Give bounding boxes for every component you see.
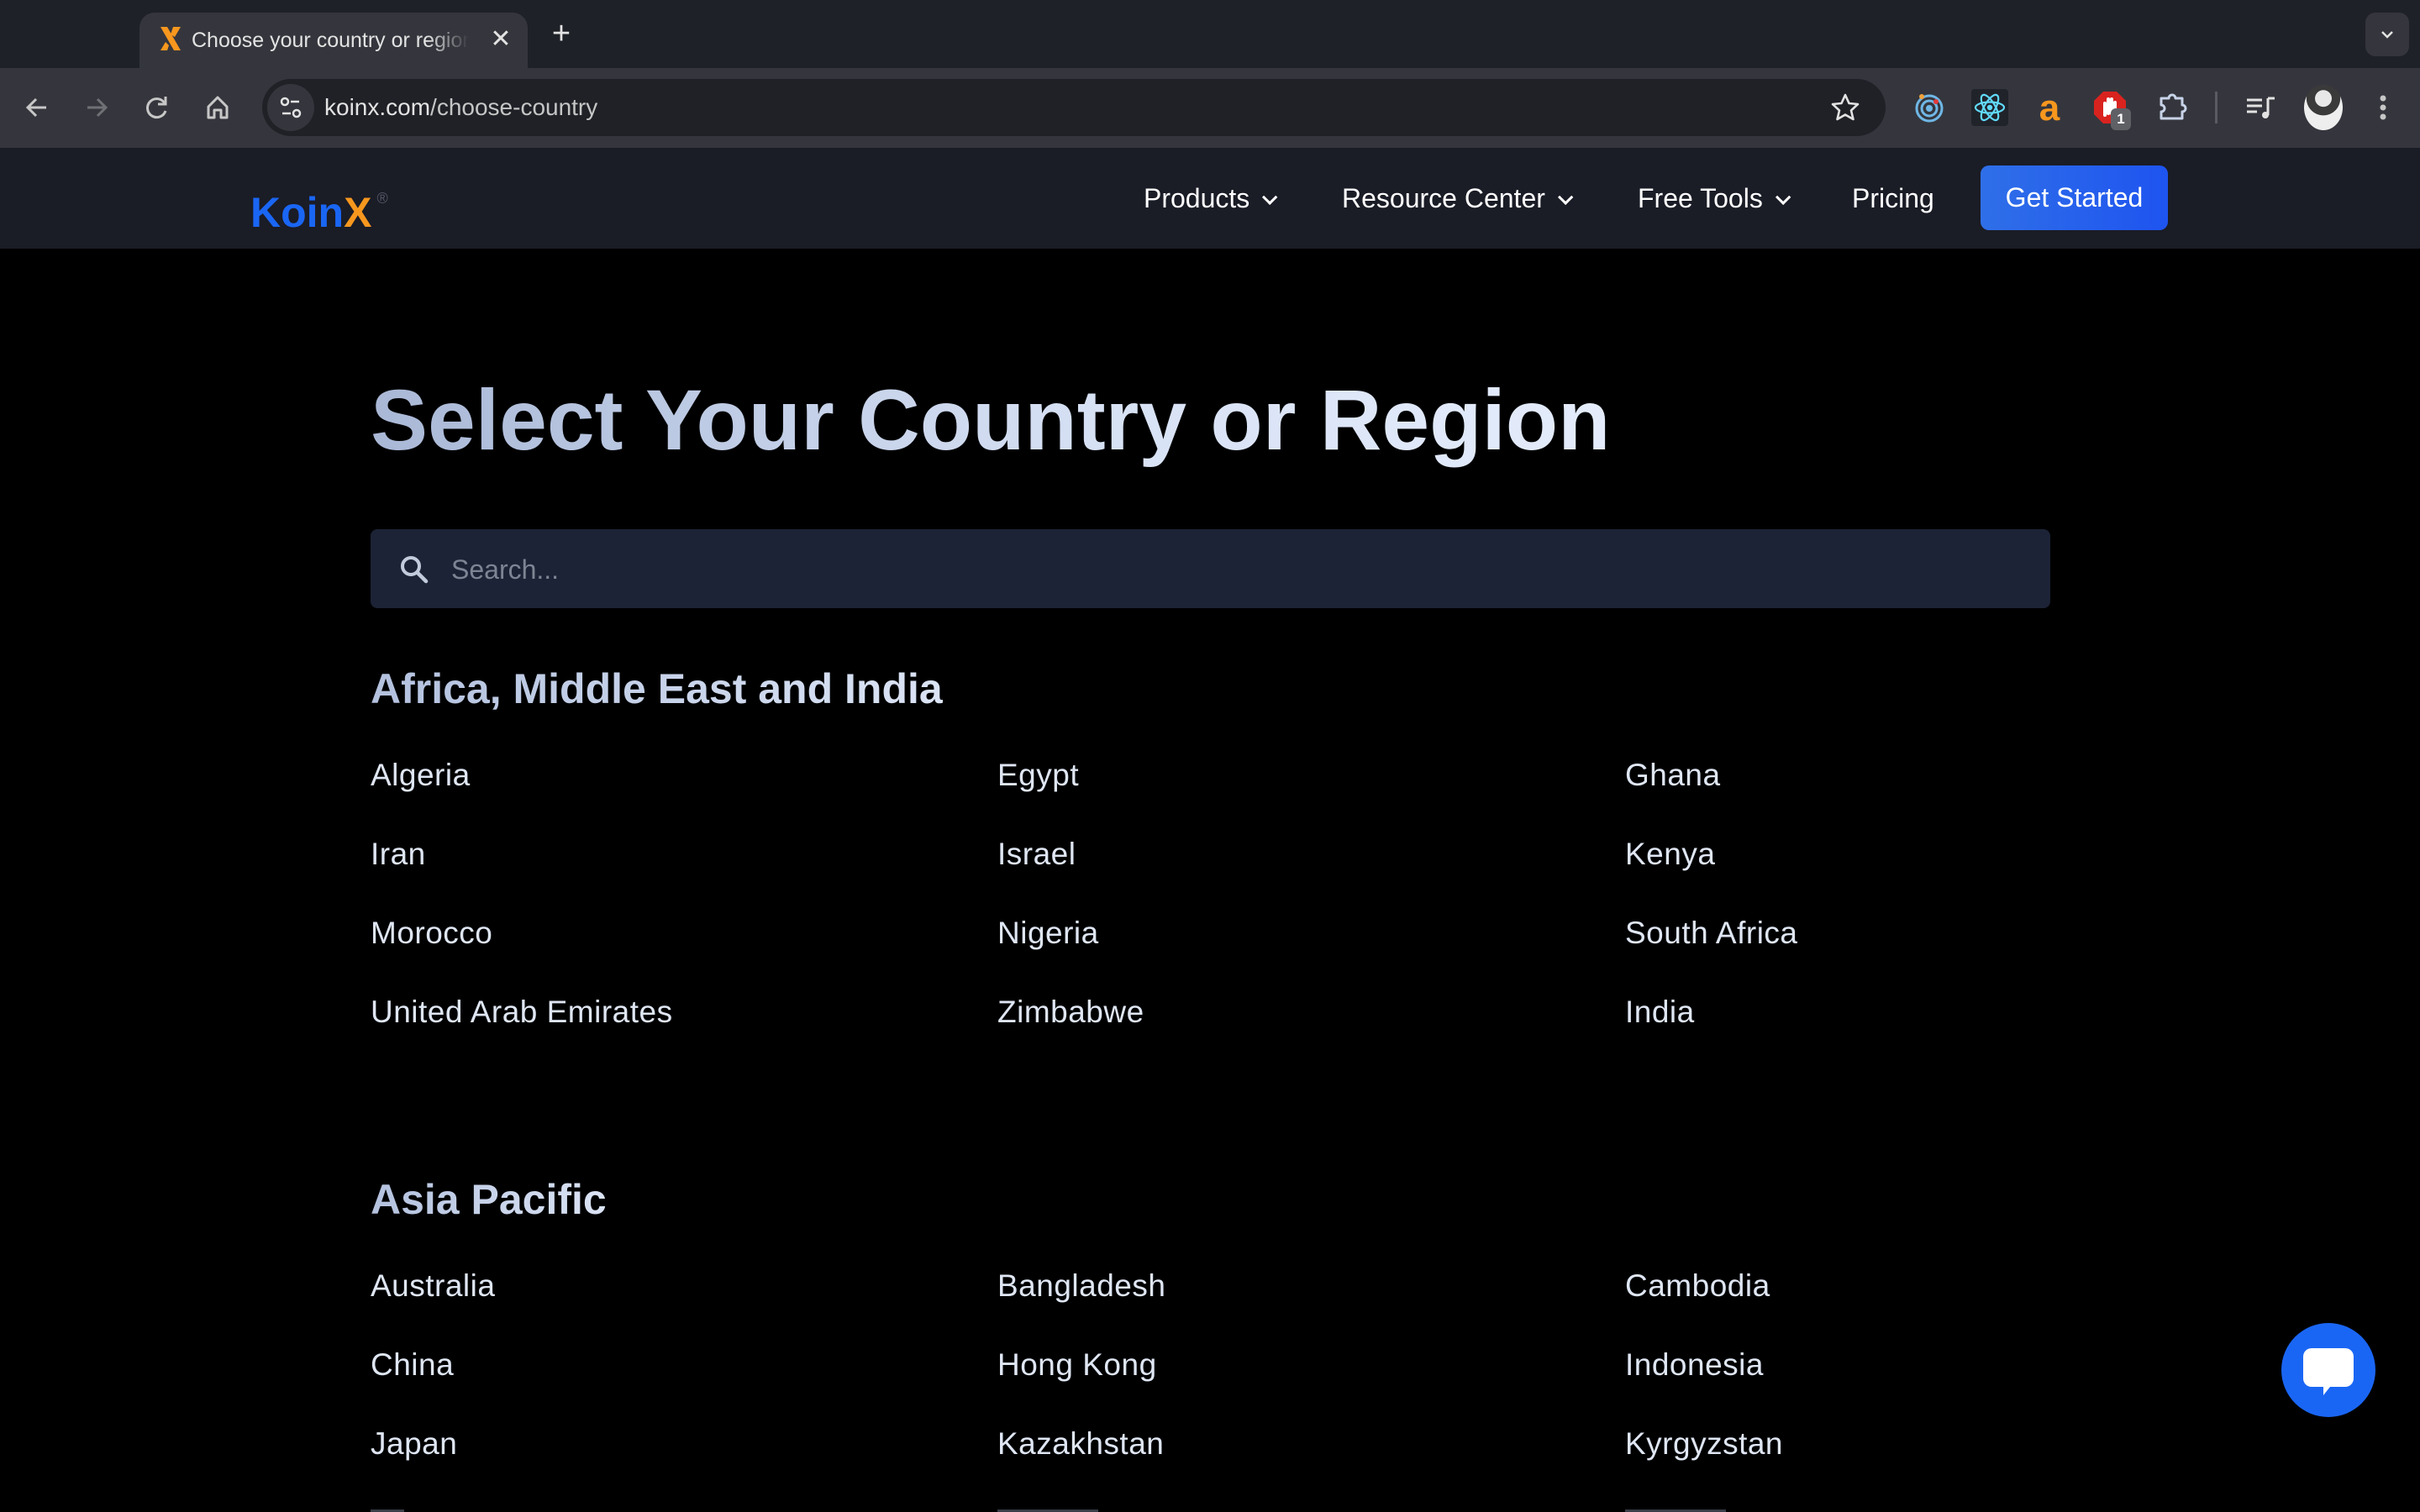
url-text[interactable]: koinx.com/choose-country (324, 79, 597, 136)
country-link-bangladesh[interactable]: Bangladesh (997, 1265, 1165, 1307)
koinx-logo[interactable]: KoinX ® (250, 173, 388, 236)
extensions-puzzle-icon[interactable] (2153, 88, 2191, 127)
tune-icon (280, 97, 302, 118)
nav-free-tools-label: Free Tools (1638, 183, 1763, 213)
koinx-favicon-icon (160, 27, 181, 50)
country-link-iran[interactable]: Iran (371, 833, 426, 875)
country-link-kenya[interactable]: Kenya (1625, 833, 1715, 875)
browser-menu-button[interactable] (2362, 87, 2404, 129)
bookmark-star-icon[interactable] (1827, 89, 1864, 126)
home-icon (207, 96, 229, 119)
country-link-israel[interactable]: Israel (997, 833, 1076, 875)
country-link-ghana[interactable]: Ghana (1625, 754, 1721, 796)
chevron-down-icon (1557, 189, 1574, 206)
star-outline-icon (1831, 93, 1860, 121)
arrow-left-icon (25, 97, 46, 118)
back-button[interactable] (16, 87, 58, 129)
country-search[interactable] (371, 529, 2050, 610)
address-bar[interactable]: koinx.com/choose-country (262, 79, 1886, 136)
nav-pricing[interactable]: Pricing (1852, 148, 1934, 249)
tab-search-button[interactable] (2365, 13, 2409, 56)
country-link-partial[interactable] (371, 1505, 421, 1512)
country-link-kyrgyzstan[interactable]: Kyrgyzstan (1625, 1423, 1783, 1465)
home-button[interactable] (197, 87, 239, 129)
tab-close-icon[interactable]: ✕ (486, 24, 516, 55)
nav-free-tools[interactable]: Free Tools (1638, 148, 1791, 249)
browser-toolbar: koinx.com/choose-country a 1 (0, 68, 2420, 148)
country-link-partial[interactable] (1625, 1505, 1734, 1512)
logo-text-koin: Koin (250, 189, 345, 236)
site-header: KoinX ® Products Resource Center Free Too… (0, 148, 2420, 249)
url-path: /choose-country (430, 94, 598, 120)
country-link-japan[interactable]: Japan (371, 1423, 457, 1465)
reload-button[interactable] (136, 87, 178, 129)
country-link-partial[interactable] (997, 1505, 1107, 1512)
country-link-united-arab-emirates[interactable]: United Arab Emirates (371, 991, 673, 1033)
svg-text:a: a (2039, 88, 2060, 127)
arrow-right-icon (87, 97, 108, 118)
new-tab-button[interactable]: + (544, 17, 578, 50)
page-title: Select Your Country or Region (371, 370, 1610, 470)
toolbar-divider (2215, 92, 2217, 123)
url-host: koinx.com (324, 94, 431, 120)
forward-button[interactable] (76, 87, 118, 129)
nav-resource-center[interactable]: Resource Center (1342, 148, 1574, 249)
country-link-egypt[interactable]: Egypt (997, 754, 1079, 796)
browser-tab-active[interactable]: Choose your country or region ✕ (139, 13, 528, 68)
nav-resource-center-label: Resource Center (1342, 183, 1545, 213)
country-link-zimbabwe[interactable]: Zimbabwe (997, 991, 1144, 1033)
region-heading-asia-pacific: Asia Pacific (371, 1176, 607, 1223)
chevron-down-icon (1262, 189, 1278, 206)
media-control-icon[interactable] (2242, 88, 2281, 127)
country-link-kazakhstan[interactable]: Kazakhstan (997, 1423, 1164, 1465)
chat-bubble-icon (2303, 1348, 2354, 1395)
profile-avatar[interactable] (2304, 85, 2343, 130)
country-link-indonesia[interactable]: Indonesia (1625, 1344, 1764, 1386)
country-link-india[interactable]: India (1625, 991, 1695, 1033)
get-started-button[interactable]: Get Started (1981, 165, 2168, 230)
region-heading-africa-middle-east-india: Africa, Middle East and India (371, 665, 943, 712)
registered-mark: ® (376, 190, 388, 207)
chat-widget-button[interactable] (2281, 1323, 2375, 1417)
country-link-china[interactable]: China (371, 1344, 454, 1386)
adblock-badge: 1 (2111, 108, 2131, 130)
country-link-nigeria[interactable]: Nigeria (997, 912, 1099, 954)
site-info-button[interactable] (267, 84, 314, 131)
country-link-algeria[interactable]: Algeria (371, 754, 471, 796)
react-devtools-icon[interactable] (1970, 88, 2009, 127)
browser-tab-strip: Choose your country or region ✕ + (0, 0, 2420, 68)
logo-text-x: X (344, 189, 372, 236)
orbit-extension-icon[interactable] (1910, 88, 1949, 127)
nav-products-label: Products (1144, 183, 1250, 213)
country-link-south-africa[interactable]: South Africa (1625, 912, 1798, 954)
search-input[interactable] (450, 529, 2033, 610)
chevron-down-icon (2381, 31, 2393, 39)
country-link-australia[interactable]: Australia (371, 1265, 495, 1307)
tab-title: Choose your country or region (192, 29, 469, 52)
chevron-down-icon (1775, 189, 1791, 206)
country-link-cambodia[interactable]: Cambodia (1625, 1265, 1770, 1307)
kebab-menu-icon (2380, 95, 2386, 120)
search-icon (401, 556, 429, 584)
country-link-morocco[interactable]: Morocco (371, 912, 492, 954)
nav-products[interactable]: Products (1144, 148, 1278, 249)
amazon-assistant-icon[interactable]: a (2030, 88, 2069, 127)
country-link-hong-kong[interactable]: Hong Kong (997, 1344, 1157, 1386)
adblock-icon[interactable]: 1 (2091, 88, 2131, 130)
reload-icon (146, 97, 167, 119)
